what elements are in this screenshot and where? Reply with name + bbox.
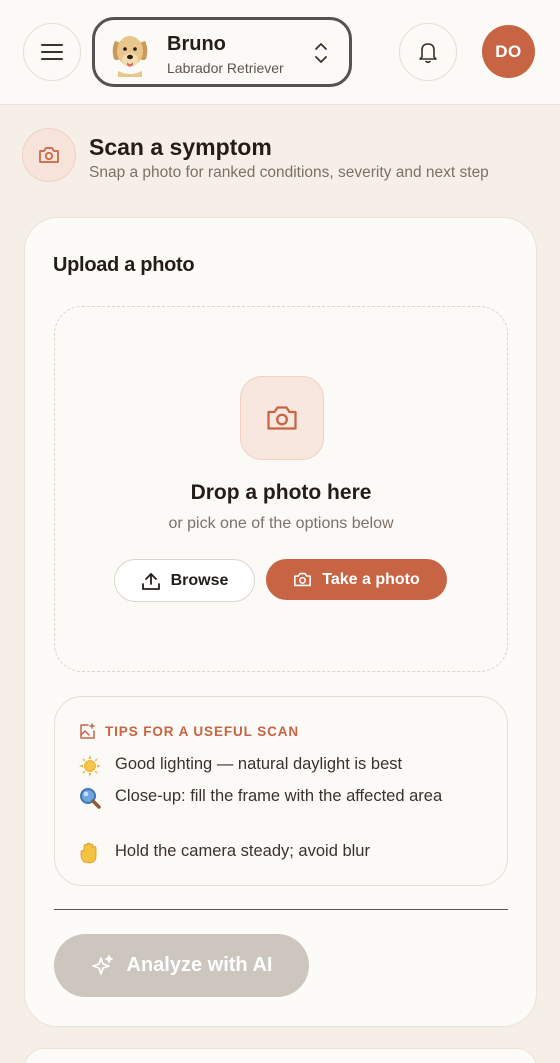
- section-divider: [54, 909, 508, 910]
- hamburger-icon: [41, 44, 63, 60]
- scan-camera-badge: [22, 128, 76, 182]
- next-card: [24, 1048, 537, 1063]
- analyze-button[interactable]: Analyze with AI: [54, 934, 309, 997]
- tip-text: Hold the camera steady; avoid blur: [115, 842, 370, 860]
- dropzone-camera-badge: [240, 376, 324, 460]
- tips-heading: TIPS FOR A USEFUL SCAN: [79, 723, 299, 740]
- tip-text: Good lighting — natural daylight is best: [115, 755, 403, 773]
- chevron-up-down-icon: [315, 43, 327, 63]
- upload-card: Upload a photo Drop a photo here or pick…: [24, 217, 537, 1027]
- tips-heading-label: TIPS FOR A USEFUL SCAN: [105, 724, 300, 739]
- bell-icon: [419, 43, 437, 64]
- app-header: Bruno Labrador Retriever DO: [0, 0, 560, 105]
- upload-card-title: Upload a photo: [53, 254, 195, 276]
- notifications-button[interactable]: [399, 23, 457, 81]
- browse-button-label: Browse: [170, 571, 229, 589]
- camera-icon: [39, 147, 59, 163]
- sparkles-icon: [91, 954, 113, 975]
- tips-panel: TIPS FOR A USEFUL SCAN Good lighting — n…: [54, 696, 508, 886]
- analyze-button-label: Analyze with AI: [126, 954, 273, 976]
- upload-icon: [141, 572, 160, 590]
- tip-item: Close-up: fill the frame with the affect…: [79, 785, 479, 816]
- dropzone-subtitle: or pick one of the options below: [168, 515, 394, 532]
- magnifier-icon: [79, 785, 115, 816]
- page-title: Scan a symptom: [89, 134, 272, 160]
- menu-button[interactable]: [23, 23, 81, 81]
- camera-icon: [294, 572, 312, 587]
- take-photo-button-label: Take a photo: [322, 570, 420, 588]
- photo-dropzone[interactable]: Drop a photo here or pick one of the opt…: [54, 306, 508, 672]
- dog-avatar-icon: [112, 36, 148, 77]
- hand-icon: [79, 840, 115, 871]
- user-avatar[interactable]: DO: [482, 25, 535, 78]
- sun-icon: [79, 753, 115, 784]
- tip-text: Close-up: fill the frame with the affect…: [115, 787, 443, 805]
- tip-item: Hold the camera steady; avoid blur: [79, 840, 479, 871]
- pet-name: Bruno: [167, 33, 226, 55]
- camera-icon: [267, 406, 297, 430]
- tip-item: Good lighting — natural daylight is best: [79, 753, 479, 784]
- dropzone-title: Drop a photo here: [190, 481, 372, 504]
- image-sparkle-icon: [80, 723, 95, 739]
- browse-button[interactable]: Browse: [114, 559, 255, 602]
- page-subtitle: Snap a photo for ranked conditions, seve…: [89, 164, 489, 181]
- take-photo-button[interactable]: Take a photo: [266, 559, 447, 600]
- pet-switcher[interactable]: Bruno Labrador Retriever: [92, 17, 352, 87]
- pet-breed: Labrador Retriever: [167, 60, 284, 76]
